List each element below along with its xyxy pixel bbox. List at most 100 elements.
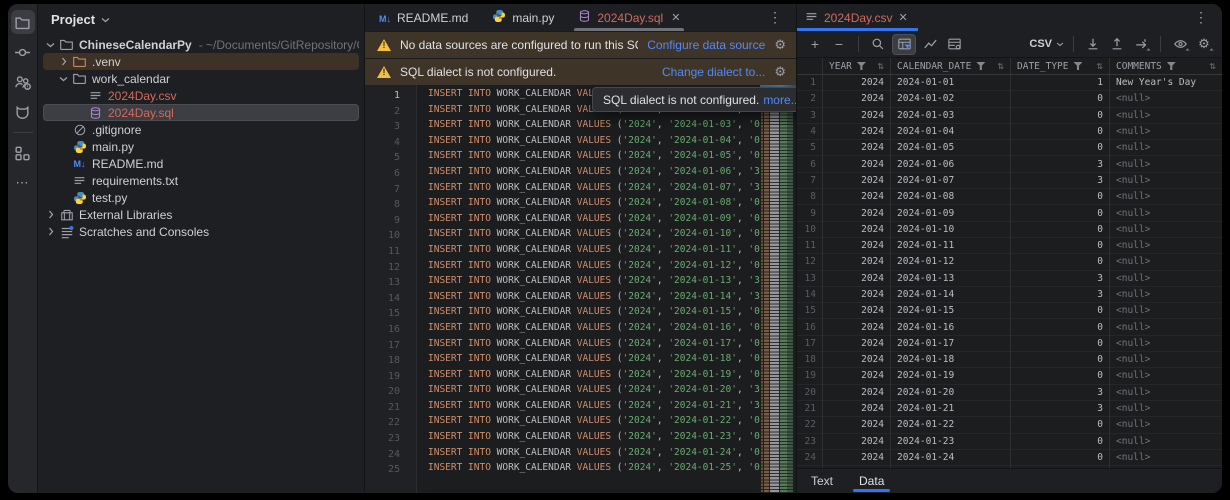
cell-calendar-date[interactable]: 2024-01-11 [891, 238, 1011, 254]
row-number[interactable]: 2 [797, 91, 823, 107]
cell-calendar-date[interactable]: 2024-01-14 [891, 287, 1011, 303]
cell-comments[interactable]: <null> [1110, 140, 1222, 156]
cell-year[interactable]: 2024 [823, 189, 891, 205]
cell-date-type[interactable]: 1 [1011, 75, 1110, 91]
tooltip-more-link[interactable]: more... [763, 93, 796, 107]
close-icon[interactable]: ✕ [671, 11, 680, 24]
row-number[interactable]: 10 [797, 222, 823, 238]
chevron-down-icon[interactable] [56, 76, 71, 82]
cell-calendar-date[interactable]: 2024-01-09 [891, 205, 1011, 221]
column-header-year[interactable]: YEAR⇅ [823, 58, 891, 74]
cell-year[interactable]: 2024 [823, 303, 891, 319]
cell-comments[interactable]: <null> [1110, 336, 1222, 352]
sql-line[interactable]: INSERT INTO WORK_CALENDAR VALUES ('2024'… [428, 462, 796, 478]
row-number[interactable]: 22 [797, 417, 823, 433]
cell-calendar-date[interactable]: 2024-01-01 [891, 75, 1011, 91]
cell-calendar-date[interactable]: 2024-01-21 [891, 401, 1011, 417]
change-dialect-link[interactable]: Change dialect to... [662, 65, 765, 79]
format-dropdown[interactable]: CSV [1029, 38, 1064, 50]
cell-comments[interactable]: <null> [1110, 287, 1222, 303]
sql-line[interactable]: INSERT INTO WORK_CALENDAR VALUES ('2024'… [428, 400, 796, 416]
chevron-right-icon[interactable] [56, 57, 71, 66]
cell-date-type[interactable]: 0 [1011, 254, 1110, 270]
row-number[interactable]: 7 [797, 173, 823, 189]
cell-year[interactable]: 2024 [823, 385, 891, 401]
editor-tab-main-py[interactable]: main.py [480, 4, 566, 31]
cell-comments[interactable]: <null> [1110, 238, 1222, 254]
delete-row-button[interactable]: − [829, 34, 849, 54]
cell-comments[interactable]: <null> [1110, 385, 1222, 401]
sql-line[interactable]: INSERT INTO WORK_CALENDAR VALUES ('2024'… [428, 119, 796, 135]
row-number[interactable]: 1 [797, 75, 823, 91]
row-number[interactable]: 3 [797, 108, 823, 124]
sort-icon[interactable]: ⇅ [1096, 62, 1103, 71]
github-icon[interactable] [11, 100, 35, 124]
cell-comments[interactable]: <null> [1110, 368, 1222, 384]
sql-line[interactable]: INSERT INTO WORK_CALENDAR VALUES ('2024'… [428, 228, 796, 244]
filter-funnel-icon[interactable] [1167, 62, 1176, 70]
cell-date-type[interactable]: 3 [1011, 156, 1110, 172]
sql-line[interactable]: INSERT INTO WORK_CALENDAR VALUES ('2024'… [428, 260, 796, 276]
sql-line[interactable]: INSERT INTO WORK_CALENDAR VALUES ('2024'… [428, 353, 796, 369]
row-number[interactable]: 4 [797, 124, 823, 140]
sql-line[interactable]: INSERT INTO WORK_CALENDAR VALUES ('2024'… [428, 415, 796, 431]
tree-item-readme-md[interactable]: M↓README.md [43, 155, 359, 172]
commit-icon[interactable] [11, 40, 35, 64]
cell-calendar-date[interactable]: 2024-01-19 [891, 368, 1011, 384]
cell-calendar-date[interactable]: 2024-01-20 [891, 385, 1011, 401]
tab-2024day-csv[interactable]: 2024Day.csv ✕ [797, 4, 918, 31]
cell-comments[interactable]: <null> [1110, 222, 1222, 238]
cell-calendar-date[interactable]: 2024-01-06 [891, 156, 1011, 172]
sql-line[interactable]: INSERT INTO WORK_CALENDAR VALUES ('2024'… [428, 369, 796, 385]
cell-year[interactable]: 2024 [823, 75, 891, 91]
cell-calendar-date[interactable]: 2024-01-12 [891, 254, 1011, 270]
cell-date-type[interactable]: 0 [1011, 434, 1110, 450]
cell-comments[interactable]: <null> [1110, 173, 1222, 189]
search-icon[interactable] [868, 34, 888, 54]
cell-date-type[interactable]: 0 [1011, 108, 1110, 124]
cell-calendar-date[interactable]: 2024-01-17 [891, 336, 1011, 352]
cell-calendar-date[interactable]: 2024-01-13 [891, 271, 1011, 287]
cell-calendar-date[interactable]: 2024-01-24 [891, 450, 1011, 466]
table-options-icon[interactable] [944, 34, 964, 54]
cell-date-type[interactable]: 0 [1011, 450, 1110, 466]
row-number[interactable]: 11 [797, 238, 823, 254]
cell-date-type[interactable]: 0 [1011, 368, 1110, 384]
cell-year[interactable]: 2024 [823, 238, 891, 254]
cell-date-type[interactable]: 0 [1011, 336, 1110, 352]
cell-year[interactable]: 2024 [823, 401, 891, 417]
configure-data-source-link[interactable]: Configure data source [647, 38, 765, 52]
settings-gear-icon[interactable]: ⚙ [1194, 34, 1214, 54]
cell-calendar-date[interactable]: 2024-01-23 [891, 434, 1011, 450]
cell-date-type[interactable]: 3 [1011, 385, 1110, 401]
column-header-comments[interactable]: COMMENTS⇅ [1110, 58, 1222, 74]
cell-calendar-date[interactable]: 2024-01-04 [891, 124, 1011, 140]
cell-date-type[interactable]: 0 [1011, 303, 1110, 319]
cell-comments[interactable]: <null> [1110, 124, 1222, 140]
tree-item-main-py[interactable]: main.py [43, 138, 359, 155]
cell-comments[interactable]: <null> [1110, 401, 1222, 417]
row-number[interactable]: 21 [797, 401, 823, 417]
cell-year[interactable]: 2024 [823, 254, 891, 270]
row-number[interactable]: 19 [797, 368, 823, 384]
cell-year[interactable]: 2024 [823, 434, 891, 450]
tree-item--venv[interactable]: .venv [43, 53, 359, 70]
cell-calendar-date[interactable]: 2024-01-16 [891, 319, 1011, 335]
cell-comments[interactable]: <null> [1110, 189, 1222, 205]
row-number[interactable]: 5 [797, 140, 823, 156]
cell-date-type[interactable]: 0 [1011, 205, 1110, 221]
cell-date-type[interactable]: 3 [1011, 287, 1110, 303]
cell-year[interactable]: 2024 [823, 336, 891, 352]
cell-comments[interactable]: <null> [1110, 434, 1222, 450]
tree-item-work-calendar[interactable]: work_calendar [43, 70, 359, 87]
sql-line[interactable]: INSERT INTO WORK_CALENDAR VALUES ('2024'… [428, 275, 796, 291]
chevron-down-icon[interactable] [43, 42, 58, 48]
editor-minimap-scrollbar[interactable] [760, 85, 796, 493]
cell-comments[interactable]: <null> [1110, 450, 1222, 466]
column-header-calendar_date[interactable]: CALENDAR_DATE⇅ [891, 58, 1011, 74]
cell-date-type[interactable]: 0 [1011, 189, 1110, 205]
cell-calendar-date[interactable]: 2024-01-15 [891, 303, 1011, 319]
tree-item-chinesecalendarpy[interactable]: ChineseCalendarPy- ~/Documents/GitReposi… [43, 36, 359, 53]
tree-item-external-libraries[interactable]: External Libraries [43, 206, 359, 223]
cell-year[interactable]: 2024 [823, 450, 891, 466]
